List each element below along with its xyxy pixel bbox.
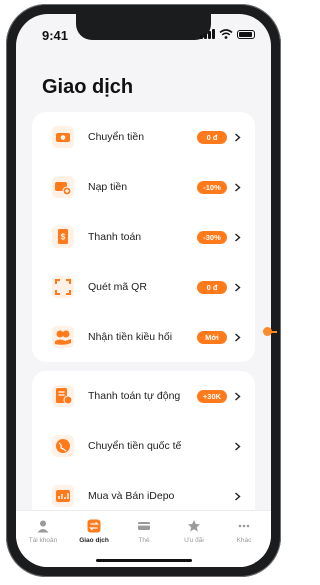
transaction-menu-card-2: Thanh toán tự động +30K Chuyển tiền quốc… — [32, 371, 255, 531]
more-icon — [238, 524, 250, 528]
menu-item-label: Thanh toán — [88, 231, 142, 243]
chevron-right-icon — [235, 282, 241, 292]
tab-label: Giao dịch — [79, 537, 109, 544]
new-badge: Mới — [197, 330, 227, 344]
chevron-right-icon — [235, 332, 241, 342]
menu-item-transfer[interactable]: Chuyển tiền 0 đ — [32, 112, 255, 162]
transaction-icon — [87, 519, 101, 533]
menu-item-international-transfer[interactable]: Chuyển tiền quốc tế — [32, 421, 255, 471]
tab-offers[interactable]: Ưu đãi — [171, 519, 217, 544]
menu-item-qr[interactable]: Quét mã QR 0 đ — [32, 262, 255, 312]
callout-dot — [263, 327, 272, 336]
status-icons — [200, 29, 255, 39]
promo-badge: -30% — [197, 230, 227, 244]
tab-label: Ưu đãi — [184, 537, 204, 544]
screen: 9:41 Giao dịch Chuyển tiền 0 đ Nạp tiền … — [16, 14, 271, 567]
person-icon — [37, 520, 49, 533]
card-icon — [138, 522, 150, 530]
chevron-right-icon — [235, 132, 241, 142]
page-title: Giao dịch — [42, 76, 134, 98]
qr-scan-icon — [52, 276, 74, 298]
menu-item-topup[interactable]: Nạp tiền -10% — [32, 162, 255, 212]
tab-transactions[interactable]: Giao dịch — [71, 519, 117, 544]
chevron-right-icon — [235, 441, 241, 451]
tab-label: Khác — [236, 537, 252, 544]
globe-icon — [52, 435, 74, 457]
signal-icon — [200, 29, 215, 39]
remittance-icon — [52, 326, 74, 348]
chevron-right-icon — [235, 391, 241, 401]
menu-item-label: Nhận tiền kiều hối — [88, 331, 173, 343]
auto-payment-icon — [52, 385, 74, 407]
battery-icon — [237, 30, 255, 39]
transaction-menu-card-1: Chuyển tiền 0 đ Nạp tiền -10% $ Thanh to… — [32, 112, 255, 362]
tab-account[interactable]: Tài khoản — [20, 519, 66, 544]
menu-item-label: Chuyển tiền — [88, 131, 145, 143]
chevron-right-icon — [235, 232, 241, 242]
chevron-right-icon — [235, 491, 241, 501]
home-indicator — [96, 559, 192, 562]
chart-icon — [52, 485, 74, 507]
wifi-icon — [219, 29, 233, 39]
bill-payment-icon: $ — [52, 226, 74, 248]
menu-item-label: Mua và Bán iDepo — [88, 490, 175, 502]
menu-item-auto-payment[interactable]: Thanh toán tự động +30K — [32, 371, 255, 421]
menu-item-label: Quét mã QR — [88, 281, 147, 293]
menu-item-label: Thanh toán tự động — [88, 390, 181, 402]
tab-more[interactable]: Khác — [221, 519, 267, 544]
menu-item-payment[interactable]: $ Thanh toán -30% — [32, 212, 255, 262]
menu-item-label: Nạp tiền — [88, 181, 128, 193]
menu-item-label: Chuyển tiền quốc tế — [88, 440, 182, 452]
svg-text:$: $ — [61, 233, 66, 242]
promo-badge: -10% — [197, 180, 227, 194]
promo-badge: +30K — [197, 389, 227, 403]
promo-badge: 0 đ — [197, 280, 227, 294]
chevron-right-icon — [235, 182, 241, 192]
tab-label: Tài khoản — [28, 537, 58, 544]
promo-badge: 0 đ — [197, 130, 227, 144]
wallet-topup-icon — [52, 176, 74, 198]
tab-cards[interactable]: Thẻ — [121, 519, 167, 544]
money-transfer-icon — [52, 126, 74, 148]
status-time: 9:41 — [42, 28, 69, 43]
bottom-tab-bar: Tài khoản Giao dịch Thẻ Ưu đãi Khác — [16, 510, 271, 567]
star-icon — [188, 520, 200, 532]
notch — [76, 14, 211, 40]
phone-frame: 9:41 Giao dịch Chuyển tiền 0 đ Nạp tiền … — [6, 4, 281, 577]
tab-label: Thẻ — [138, 537, 150, 544]
menu-item-remittance[interactable]: Nhận tiền kiều hối Mới — [32, 312, 255, 362]
status-bar: 9:41 — [16, 14, 271, 54]
